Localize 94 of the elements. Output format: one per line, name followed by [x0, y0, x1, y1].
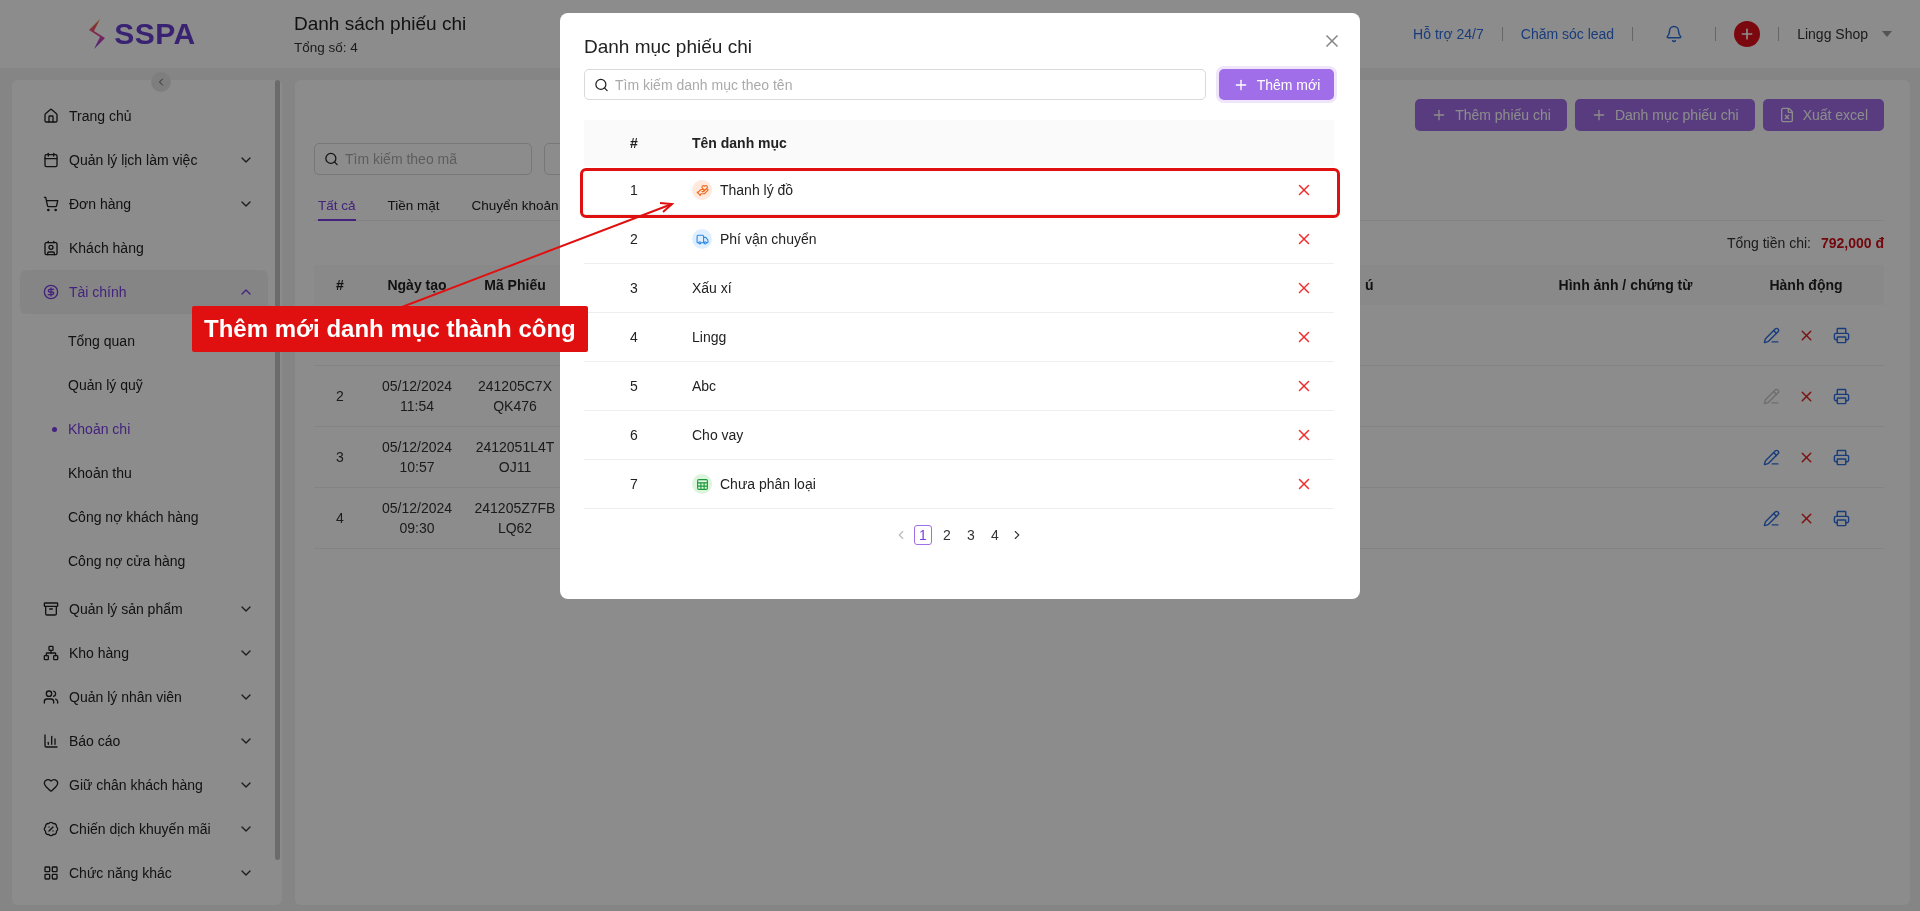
- dollar-icon: [43, 284, 59, 300]
- table-cell-text: 241205C7X QK476: [477, 377, 553, 416]
- category-name: Chưa phân loại: [720, 476, 816, 492]
- table-cell-text: 05/12/2024 11:54: [380, 377, 454, 416]
- grid-icon: [692, 474, 712, 494]
- edit-icon[interactable]: [1762, 326, 1780, 344]
- bell-icon[interactable]: [1665, 25, 1684, 43]
- row-number: 5: [630, 378, 638, 394]
- page-title: Danh sách phiếu chi: [294, 13, 467, 35]
- category-name: Thanh lý đồ: [720, 182, 794, 198]
- column-header: Hình ảnh / chứng từ: [1558, 277, 1693, 293]
- sidebar-item[interactable]: Trang chủ: [20, 94, 268, 138]
- tab[interactable]: Tất cả: [318, 175, 356, 221]
- sidebar-subitem[interactable]: Quản lý quỹ: [20, 363, 282, 407]
- sidebar-item[interactable]: Đơn hàng: [20, 182, 268, 226]
- total-label: Tổng tiền chi:: [1726, 235, 1811, 251]
- row-number: 7: [630, 476, 638, 492]
- truck-icon: [692, 229, 712, 249]
- sidebar-item[interactable]: Chức năng khác: [20, 851, 268, 895]
- table-cell-text: 241205Z7FB LQ62: [473, 499, 557, 538]
- sidebar-item[interactable]: Chiến dịch khuyến mãi: [20, 807, 268, 851]
- category-name: Xấu xí: [692, 280, 732, 296]
- sidebar-subitem[interactable]: Khoản thu: [20, 451, 282, 495]
- search-icon: [594, 77, 609, 92]
- search-field[interactable]: Tìm kiếm danh mục theo tên: [584, 69, 1206, 100]
- total-value: 792,000 đ: [1820, 235, 1884, 251]
- table-cell-text: 05/12/2024 09:30: [380, 499, 454, 538]
- row-number: 1: [630, 182, 638, 198]
- id-card-icon: [43, 240, 59, 256]
- heart-icon: [43, 777, 59, 793]
- file-icon: [1778, 107, 1795, 123]
- caret-icon[interactable]: [1882, 31, 1892, 37]
- sidebar-item[interactable]: Quản lý lịch làm việc: [20, 138, 268, 182]
- table-cell-text: 4: [336, 509, 344, 528]
- active-dot: [52, 426, 57, 432]
- sidebar-item[interactable]: Quản lý sản phẩm: [20, 587, 268, 631]
- print-icon[interactable]: [1832, 387, 1850, 405]
- column-header: ú: [1365, 277, 1374, 293]
- add-button[interactable]: [1734, 21, 1761, 47]
- search-icon: [324, 151, 339, 167]
- add-button[interactable]: Thêm mới: [1219, 69, 1334, 100]
- record-count: Tổng số: 4: [294, 40, 358, 55]
- collapse-button[interactable]: [151, 72, 171, 92]
- hierarchy-icon: [43, 645, 59, 661]
- bar-chart-icon: [43, 733, 59, 749]
- sidebar-item[interactable]: Tài chính: [20, 270, 268, 314]
- table-cell-text: 2: [336, 387, 344, 406]
- column-header: #: [336, 277, 344, 293]
- tab[interactable]: Chuyển khoản: [471, 175, 559, 221]
- row-number: 3: [630, 280, 638, 296]
- category-name: Abc: [692, 378, 717, 394]
- column-header: Hành động: [1769, 277, 1843, 293]
- print-icon[interactable]: [1832, 509, 1850, 527]
- category-name: Phí vận chuyển: [720, 231, 817, 247]
- calendar-icon: [43, 152, 59, 168]
- row-number: 4: [630, 329, 638, 345]
- table-cell-text: 3: [336, 448, 344, 467]
- table-cell-text: 2412051L4T OJ11: [474, 438, 556, 477]
- header-link[interactable]: Chăm sóc lead: [1520, 26, 1615, 42]
- print-icon[interactable]: [1832, 448, 1850, 466]
- shop-name[interactable]: Lingg Shop: [1797, 26, 1868, 42]
- sidebar-item[interactable]: Khách hàng: [20, 226, 268, 270]
- users-icon: [43, 689, 59, 705]
- box-icon: [43, 601, 59, 617]
- print-icon[interactable]: [1832, 326, 1850, 344]
- sidebar-item[interactable]: Báo cáo: [20, 719, 268, 763]
- hand-icon: [692, 180, 712, 200]
- sidebar-subitem[interactable]: Công nợ cửa hàng: [20, 539, 282, 583]
- header-link[interactable]: Hỗ trợ 24/7: [1413, 26, 1484, 42]
- column-header: #: [630, 135, 638, 151]
- column-header: Mã Phiếu: [484, 277, 546, 293]
- row-number: 2: [630, 231, 638, 247]
- category-name: Lingg: [692, 329, 727, 345]
- sidebar-item[interactable]: Giữ chân khách hàng: [20, 763, 268, 807]
- sidebar-subitem[interactable]: Công nợ khách hàng: [20, 495, 282, 539]
- sidebar-item[interactable]: Kho hàng: [20, 631, 268, 675]
- percent-badge-icon: [43, 821, 59, 837]
- modal-title: Danh mục phiếu chi: [584, 37, 753, 57]
- logo-text: SSPA: [114, 17, 196, 51]
- category-name: Cho vay: [692, 427, 744, 443]
- tab[interactable]: Tiền mặt: [387, 175, 440, 221]
- page-button[interactable]: 1: [914, 525, 932, 545]
- column-header: Tên danh mục: [692, 135, 787, 151]
- column-header: Ngày tạo: [387, 277, 447, 293]
- annotation-label: Thêm mới danh mục thành công: [192, 306, 588, 352]
- table-cell-text: 05/12/2024 10:57: [380, 438, 454, 477]
- row-number: 6: [630, 427, 638, 443]
- cart-icon: [43, 196, 59, 212]
- sidebar-subitem[interactable]: Khoản chi: [20, 407, 282, 451]
- edit-icon[interactable]: [1762, 448, 1780, 466]
- grid-icon: [43, 865, 59, 881]
- edit-icon[interactable]: [1762, 509, 1780, 527]
- sidebar-item[interactable]: Quản lý nhân viên: [20, 675, 268, 719]
- home-icon: [43, 108, 59, 124]
